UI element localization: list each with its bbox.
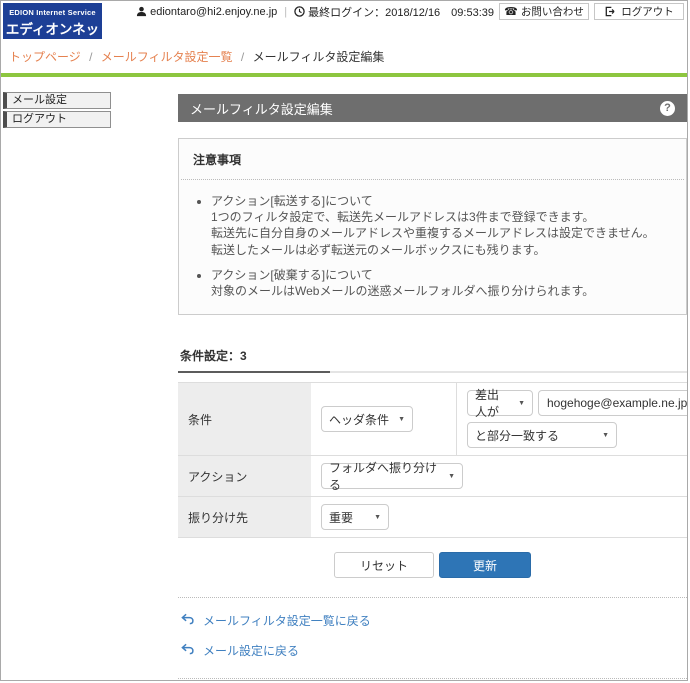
action-select[interactable]: フォルダへ振り分ける ▼ <box>321 461 463 492</box>
condition-row-label: 条件 <box>178 383 311 456</box>
back-link-label: メールフィルタ設定一覧に戻る <box>203 614 371 629</box>
dotted-separator <box>178 597 687 599</box>
update-button[interactable]: 更新 <box>439 552 531 579</box>
top-utility-bar: ediontaro@hi2.enjoy.ne.jp | 最終ログイン：2018/… <box>136 3 684 20</box>
folder-cell: 重要 ▼ <box>311 497 399 537</box>
logo-line1: EDION Internet Service <box>9 8 96 17</box>
notes-item-discard: アクション[破棄する]について 対象のメールはWebメールの迷惑メールフォルダへ… <box>211 267 686 299</box>
action-cell: フォルダへ振り分ける ▼ <box>311 456 473 496</box>
notes-item-title: アクション[転送する]について <box>211 194 373 208</box>
notes-item-title: アクション[破棄する]について <box>211 267 373 282</box>
return-arrow-icon <box>181 643 194 658</box>
action-select-value: フォルダへ振り分ける <box>329 461 438 493</box>
breadcrumb-current-page: メールフィルタ設定編集 <box>252 50 385 64</box>
notes-list: アクション[転送する]について 1つのフィルタ設定で、転送先メールアドレスは3件… <box>211 193 686 299</box>
chevron-down-icon: ▼ <box>374 513 381 521</box>
help-icon[interactable]: ? <box>660 100 675 116</box>
back-to-mail-settings-link[interactable]: メール設定に戻る <box>178 642 687 659</box>
condition-detail-line1: 差出人が ▼ <box>467 388 687 419</box>
folder-select-value: 重要 <box>329 510 354 525</box>
match-address-input[interactable] <box>538 390 687 417</box>
condition-heading-wrap: 条件設定：3 <box>178 347 687 374</box>
page: EDION Internet Service エディオンネット ediontar… <box>0 0 688 681</box>
notes-item-forward: アクション[転送する]について 1つのフィルタ設定で、転送先メールアドレスは3件… <box>211 193 686 258</box>
sidebar-item-label: メール設定 <box>12 94 67 106</box>
header-condition-select[interactable]: ヘッダ条件 ▼ <box>321 406 413 433</box>
edion-logo[interactable]: EDION Internet Service エディオンネット <box>3 3 102 57</box>
user-icon <box>136 6 147 17</box>
main-content: メールフィルタ設定編集 ? 注意事項 アクション[転送する]について 1つのフィ… <box>178 77 687 680</box>
notes-item-line: 対象のメールはWebメールの迷惑メールフォルダへ振り分けられます。 <box>211 283 595 298</box>
logo-line2: エディオンネット <box>5 22 100 57</box>
last-login-text: 最終ログイン：2018/12/16 09:53:39 <box>308 6 494 19</box>
return-arrow-icon <box>181 613 194 628</box>
notes-item-line: 1つのフィルタ設定で、転送先メールアドレスは3件まで登録できます。 <box>211 210 595 225</box>
top-header: EDION Internet Service エディオンネット ediontar… <box>1 1 687 57</box>
notes-item-line: 転送したメールは必ず転送元のメールボックスにも残ります。 <box>211 242 546 257</box>
notes-heading: 注意事項 <box>193 153 242 167</box>
back-links: メールフィルタ設定一覧に戻る メール設定に戻る <box>178 612 687 659</box>
form-row-folder: 振り分け先 重要 ▼ <box>178 497 687 539</box>
phone-icon: ☎ <box>504 6 518 18</box>
page-title-bar: メールフィルタ設定編集 ? <box>178 94 687 122</box>
breadcrumb: トップページ / メールフィルタ設定一覧 / メールフィルタ設定編集 <box>1 39 687 73</box>
back-to-filter-list-link[interactable]: メールフィルタ設定一覧に戻る <box>178 612 687 629</box>
match-type-select[interactable]: と部分一致する ▼ <box>467 422 617 449</box>
chevron-down-icon: ▼ <box>398 415 405 423</box>
folder-row-label: 振り分け先 <box>178 497 311 538</box>
form-row-action: アクション フォルダへ振り分ける ▼ <box>178 456 687 498</box>
header-condition-select-value: ヘッダ条件 <box>329 412 390 427</box>
match-type-select-value: と部分一致する <box>475 428 560 443</box>
form-buttons: リセット 更新 <box>178 552 687 579</box>
contact-button[interactable]: ☎ お問い合わせ <box>499 3 589 20</box>
topbar-separator: | <box>284 5 288 18</box>
page-title: メールフィルタ設定編集 <box>190 101 333 117</box>
back-link-label: メール設定に戻る <box>203 644 300 659</box>
sidebar-item-mail-settings[interactable]: メール設定 <box>3 92 111 109</box>
chevron-down-icon: ▼ <box>602 431 609 439</box>
notes-item-line: 転送先に自分自身のメールアドレスや重複するメールアドレスは設定できません。 <box>211 226 655 241</box>
condition-type-cell: ヘッダ条件 ▼ <box>311 383 456 455</box>
condition-detail-cell: 差出人が ▼ と部分一致する ▼ <box>456 383 687 456</box>
chevron-down-icon: ▼ <box>448 472 455 480</box>
breadcrumb-filter-list[interactable]: メールフィルタ設定一覧 <box>101 50 233 64</box>
notes-divider <box>181 179 684 180</box>
user-email: ediontaro@hi2.enjoy.ne.jp <box>150 5 278 18</box>
form-row-condition: 条件 ヘッダ条件 ▼ 差出人が ▼ hogehoge@example.ne.jp… <box>178 383 687 457</box>
logout-button[interactable]: ログアウト <box>594 3 684 20</box>
condition-heading: 条件設定：3 <box>178 347 330 374</box>
action-row-label: アクション <box>178 456 311 497</box>
filter-form-table: 条件 ヘッダ条件 ▼ 差出人が ▼ hogehoge@example.ne.jp… <box>178 382 687 539</box>
notes-box: 注意事項 アクション[転送する]について 1つのフィルタ設定で、転送先メールアド… <box>178 138 687 316</box>
logout-button-label: ログアウト <box>621 6 674 18</box>
clock-icon <box>294 6 305 17</box>
chevron-down-icon: ▼ <box>518 399 525 407</box>
sidebar-item-logout[interactable]: ログアウト <box>3 111 111 128</box>
reset-button[interactable]: リセット <box>334 552 434 579</box>
sender-field-select-value: 差出人が <box>475 388 500 420</box>
condition-detail-line2: と部分一致する ▼ <box>467 422 617 449</box>
dotted-separator <box>178 678 687 680</box>
sender-field-select[interactable]: 差出人が ▼ <box>467 388 533 419</box>
body: メール設定 ログアウト メールフィルタ設定編集 ? 注意事項 アクション[転送す… <box>1 77 687 680</box>
sidebar-item-label: ログアウト <box>12 113 67 125</box>
logout-icon <box>604 6 615 17</box>
sidebar: メール設定 ログアウト <box>3 92 111 130</box>
contact-button-label: お問い合わせ <box>520 6 584 18</box>
folder-select[interactable]: 重要 ▼ <box>321 504 389 531</box>
breadcrumb-separator: / <box>240 50 245 64</box>
